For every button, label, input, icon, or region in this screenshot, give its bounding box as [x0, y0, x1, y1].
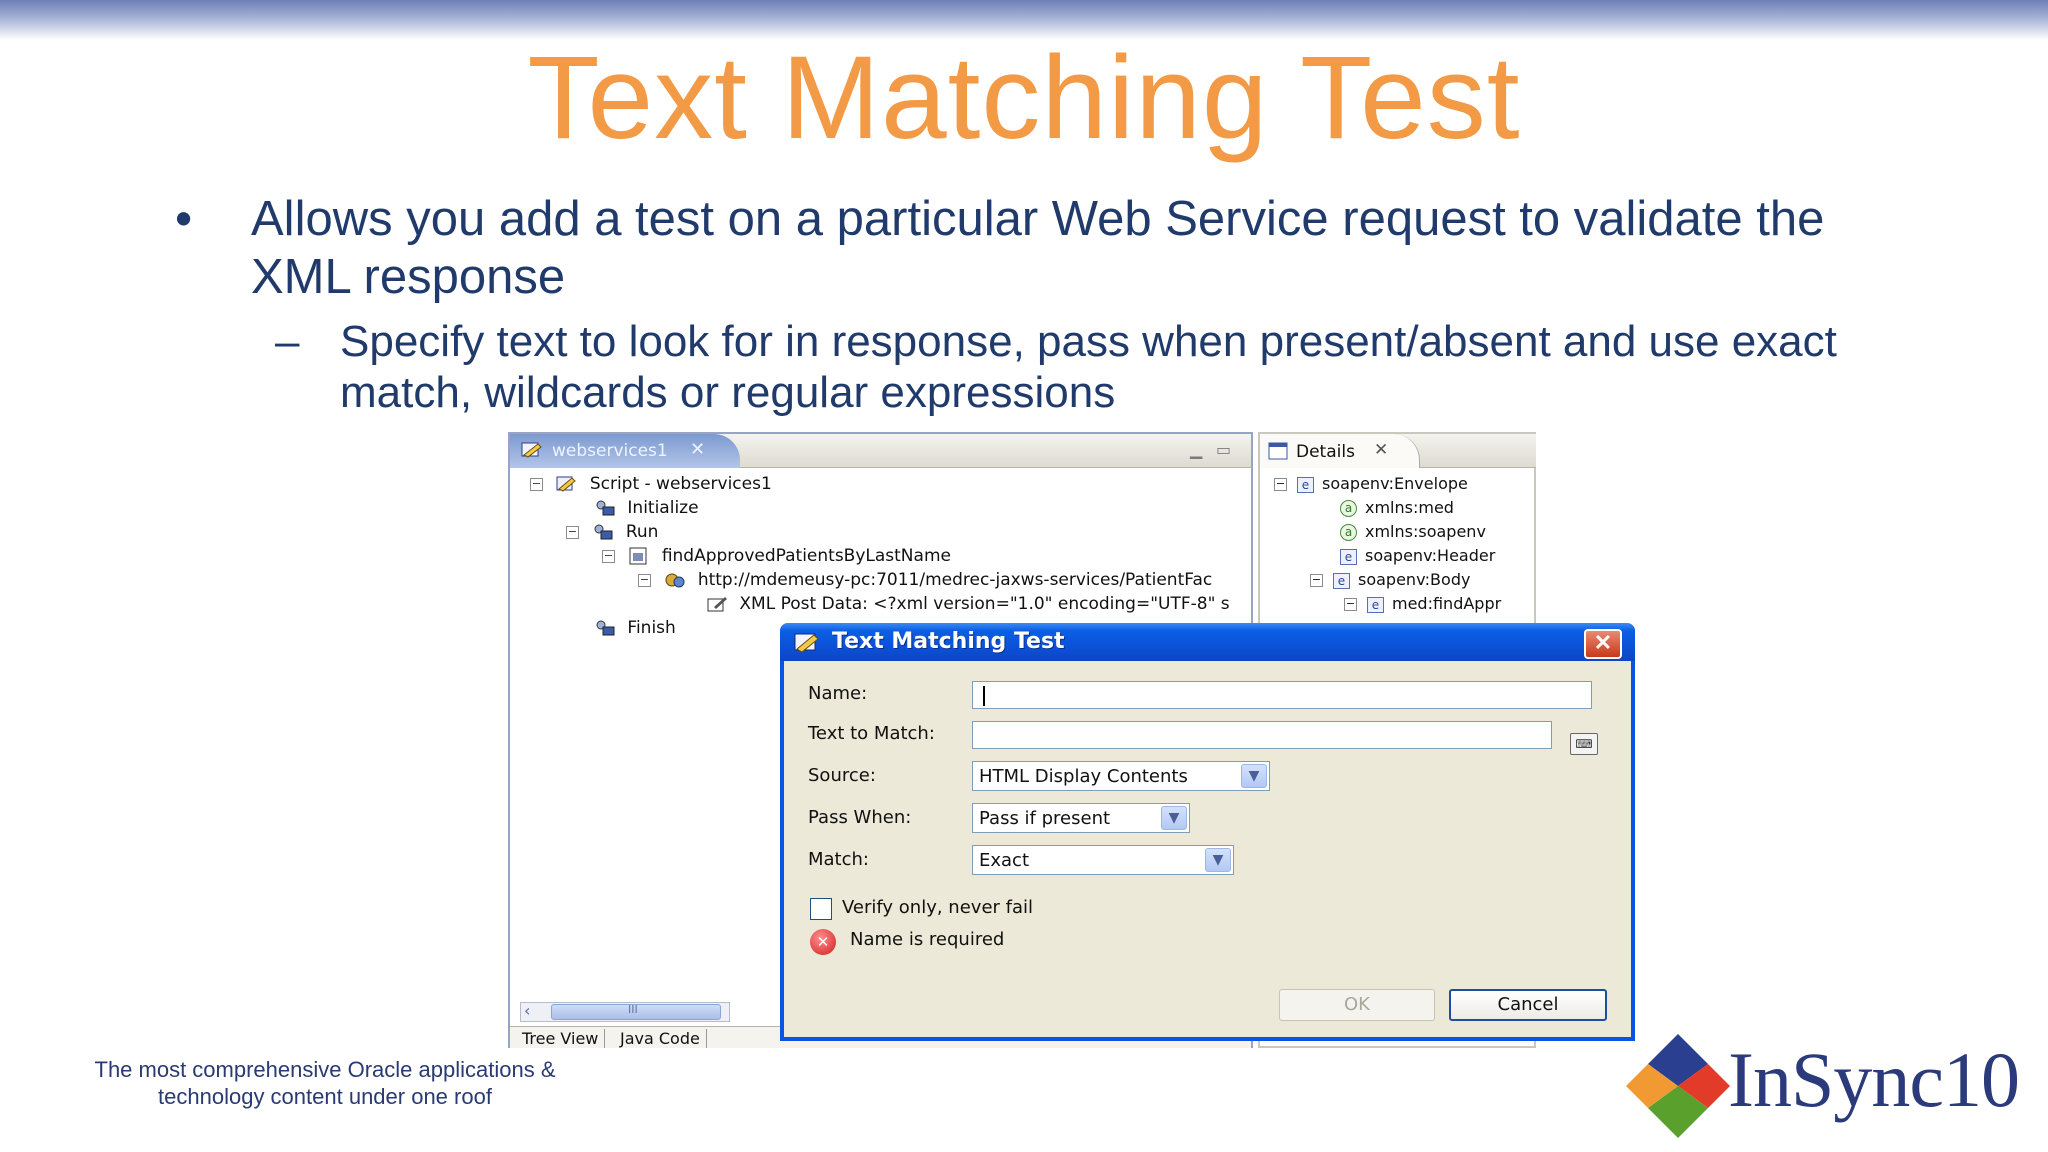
match-select[interactable]: Exact ▼: [972, 845, 1234, 875]
text-caret: [983, 686, 985, 706]
editor-tab-bar: webservices1 ✕ ▁ ▭: [510, 434, 1251, 468]
scroll-left-icon[interactable]: ‹: [524, 1001, 530, 1020]
tree-item-web-request[interactable]: − http://mdemeusy-pc:7011/medrec-jaxws-s…: [638, 570, 1212, 593]
name-field[interactable]: [972, 681, 1592, 709]
xml-node[interactable]: a xmlns:soapenv: [1340, 522, 1486, 544]
chevron-down-icon[interactable]: ▼: [1161, 806, 1187, 830]
insync-logo-text: InSync10: [1728, 1036, 2020, 1123]
verify-only-checkbox[interactable]: [810, 898, 832, 920]
slide-title: Text Matching Test: [527, 32, 1521, 164]
chevron-down-icon[interactable]: ▼: [1205, 848, 1231, 872]
collapse-icon[interactable]: −: [530, 477, 543, 491]
tab-label: webservices1: [552, 441, 668, 461]
script-icon: [556, 476, 577, 492]
details-icon: [1268, 442, 1288, 460]
pass-when-label: Pass When:: [808, 807, 912, 828]
match-label: Match:: [808, 849, 869, 870]
collapse-icon[interactable]: −: [1274, 478, 1287, 491]
xml-node[interactable]: − e soapenv:Envelope: [1274, 474, 1468, 496]
close-icon[interactable]: ✕: [690, 439, 705, 460]
close-button[interactable]: ✕: [1584, 629, 1622, 659]
web-request-icon: [665, 573, 685, 588]
xml-node[interactable]: − e soapenv:Body: [1310, 570, 1470, 592]
tab-details[interactable]: Details ✕: [1260, 434, 1420, 468]
close-icon[interactable]: ✕: [1374, 440, 1388, 460]
source-label: Source:: [808, 765, 876, 786]
tagline: The most comprehensive Oracle applicatio…: [94, 1057, 556, 1109]
step-icon: [596, 500, 615, 516]
tree-item-finish[interactable]: Finish: [594, 618, 676, 641]
step-icon: [594, 524, 613, 540]
step-icon: [596, 620, 615, 636]
ok-button[interactable]: OK: [1279, 989, 1435, 1021]
tree-item-initialize[interactable]: Initialize: [594, 498, 699, 521]
source-select[interactable]: HTML Display Contents ▼: [972, 761, 1270, 791]
xml-node[interactable]: a xmlns:med: [1340, 498, 1454, 520]
tab-tree-view[interactable]: Tree View: [516, 1029, 606, 1048]
attribute-icon: a: [1340, 524, 1357, 541]
pass-when-select[interactable]: Pass if present ▼: [972, 803, 1190, 833]
text-matching-test-dialog: Text Matching Test ✕ Name: Text to Match…: [780, 623, 1635, 1041]
collapse-icon[interactable]: −: [566, 525, 579, 539]
tab-webservices1[interactable]: webservices1 ✕: [510, 434, 740, 468]
collapse-icon[interactable]: −: [638, 573, 651, 587]
element-icon: e: [1367, 596, 1384, 613]
text-to-match-field[interactable]: [972, 721, 1552, 749]
maximize-icon[interactable]: ▭: [1216, 440, 1231, 459]
chevron-down-icon[interactable]: ▼: [1241, 764, 1267, 788]
sub-bullet-text: Specify text to look for in response, pa…: [340, 317, 1837, 417]
element-icon: e: [1333, 572, 1350, 589]
script-icon: [521, 442, 542, 458]
xml-node[interactable]: − e med:findAppr: [1344, 594, 1501, 616]
tree-item-script[interactable]: − Script - webservices1: [530, 474, 772, 497]
bullet-text: Allows you add a test on a particular We…: [251, 192, 1825, 304]
dash-symbol: –: [275, 317, 300, 366]
text-to-match-label: Text to Match:: [808, 723, 935, 744]
verify-only-label: Verify only, never fail: [842, 897, 1034, 918]
insync-logo-icon: [1626, 1034, 1730, 1138]
bullet-symbol: •: [175, 192, 193, 246]
name-label: Name:: [808, 683, 868, 704]
xml-node[interactable]: e soapenv:Header: [1340, 546, 1495, 568]
tree-item-run[interactable]: − Run: [566, 522, 658, 545]
cancel-button[interactable]: Cancel: [1449, 989, 1607, 1021]
tree-item-post-data[interactable]: XML Post Data: <?xml version="1.0" encod…: [706, 594, 1230, 617]
tree-item-page[interactable]: − findApprovedPatientsByLastName: [602, 546, 951, 569]
validation-message: Name is required: [850, 929, 1005, 950]
scroll-grip: III: [628, 1003, 638, 1016]
dialog-title: Text Matching Test: [832, 629, 1065, 654]
horizontal-scrollbar[interactable]: ‹ III: [520, 1001, 730, 1022]
collapse-icon[interactable]: −: [602, 549, 615, 563]
error-icon: ✕: [810, 929, 836, 955]
text-editor-icon[interactable]: ⌨: [1570, 733, 1598, 755]
minimize-icon[interactable]: ▁: [1190, 440, 1202, 459]
tab-label: Details: [1296, 442, 1355, 462]
script-icon: [794, 633, 819, 653]
dialog-title-bar[interactable]: Text Matching Test ✕: [780, 623, 1635, 661]
element-icon: e: [1340, 548, 1357, 565]
collapse-icon[interactable]: −: [1310, 574, 1323, 587]
attribute-icon: a: [1340, 500, 1357, 517]
tab-java-code[interactable]: Java Code: [614, 1029, 707, 1048]
details-tab-bar: Details ✕: [1260, 434, 1536, 468]
post-data-icon: [707, 597, 727, 612]
scroll-thumb[interactable]: III: [551, 1003, 721, 1020]
element-icon: e: [1297, 476, 1314, 493]
dialog-body: Name: Text to Match: ⌨ Source: HTML Disp…: [784, 661, 1631, 1037]
collapse-icon[interactable]: −: [1344, 598, 1357, 611]
page-icon: [629, 547, 647, 565]
